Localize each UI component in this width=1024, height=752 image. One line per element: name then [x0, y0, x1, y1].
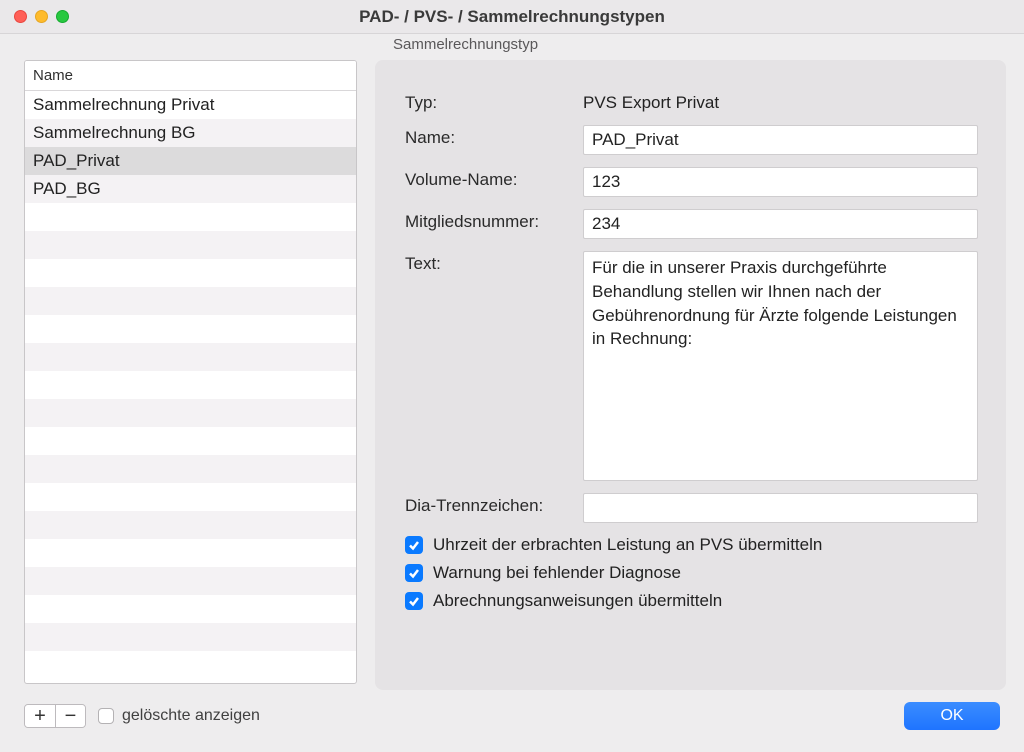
close-icon[interactable]	[14, 10, 27, 23]
list-item-empty	[25, 567, 356, 595]
list-item-empty	[25, 315, 356, 343]
list-item-empty	[25, 231, 356, 259]
checkbox[interactable]	[405, 564, 423, 582]
list-item-empty	[25, 427, 356, 455]
value-typ: PVS Export Privat	[583, 90, 978, 113]
checkbox-label: Warnung bei fehlender Diagnose	[433, 563, 681, 583]
list-item-empty	[25, 455, 356, 483]
checkbox-row: Abrechnungsanweisungen übermitteln	[405, 591, 978, 611]
list-item[interactable]: PAD_Privat	[25, 147, 356, 175]
label-dia: Dia-Trennzeichen:	[405, 493, 583, 516]
list-item[interactable]: PAD_BG	[25, 175, 356, 203]
panel-legend: Sammelrechnungstyp	[389, 36, 542, 53]
list-item-empty	[25, 287, 356, 315]
checkbox-label: Uhrzeit der erbrachten Leistung an PVS ü…	[433, 535, 822, 555]
window-titlebar: PAD- / PVS- / Sammelrechnungstypen	[0, 0, 1024, 34]
list-item-empty	[25, 539, 356, 567]
zoom-icon[interactable]	[56, 10, 69, 23]
list-item-empty	[25, 371, 356, 399]
remove-button[interactable]: −	[55, 705, 85, 727]
label-name: Name:	[405, 125, 583, 148]
checkbox[interactable]	[405, 536, 423, 554]
checkbox[interactable]	[405, 592, 423, 610]
checkbox-label: Abrechnungsanweisungen übermitteln	[433, 591, 722, 611]
label-mitglied: Mitgliedsnummer:	[405, 209, 583, 232]
dia-trennzeichen-field[interactable]	[583, 493, 978, 523]
traffic-lights	[0, 10, 90, 23]
list-item-empty	[25, 623, 356, 651]
volume-name-field[interactable]	[583, 167, 978, 197]
list-item-empty	[25, 483, 356, 511]
list-item-empty	[25, 511, 356, 539]
list-item-empty	[25, 343, 356, 371]
label-text: Text:	[405, 251, 583, 274]
list-item-empty	[25, 595, 356, 623]
type-list: Name Sammelrechnung PrivatSammelrechnung…	[24, 60, 357, 684]
text-field[interactable]	[583, 251, 978, 481]
checkbox-row: Warnung bei fehlender Diagnose	[405, 563, 978, 583]
window-title: PAD- / PVS- / Sammelrechnungstypen	[90, 7, 1024, 27]
list-item[interactable]: Sammelrechnung Privat	[25, 91, 356, 119]
ok-button[interactable]: OK	[904, 702, 1000, 730]
detail-panel: Sammelrechnungstyp Typ: PVS Export Priva…	[375, 60, 1006, 690]
label-volume: Volume-Name:	[405, 167, 583, 190]
minimize-icon[interactable]	[35, 10, 48, 23]
mitgliedsnummer-field[interactable]	[583, 209, 978, 239]
show-deleted-checkbox[interactable]	[98, 708, 114, 724]
checkbox-row: Uhrzeit der erbrachten Leistung an PVS ü…	[405, 535, 978, 555]
name-field[interactable]	[583, 125, 978, 155]
add-remove-segment: + −	[24, 704, 86, 728]
show-deleted-label: gelöschte anzeigen	[122, 707, 260, 725]
list-item-empty	[25, 259, 356, 287]
add-button[interactable]: +	[25, 705, 55, 727]
list-item[interactable]: Sammelrechnung BG	[25, 119, 356, 147]
label-typ: Typ:	[405, 90, 583, 113]
list-item-empty	[25, 399, 356, 427]
list-item-empty	[25, 203, 356, 231]
list-header-name[interactable]: Name	[25, 61, 356, 91]
